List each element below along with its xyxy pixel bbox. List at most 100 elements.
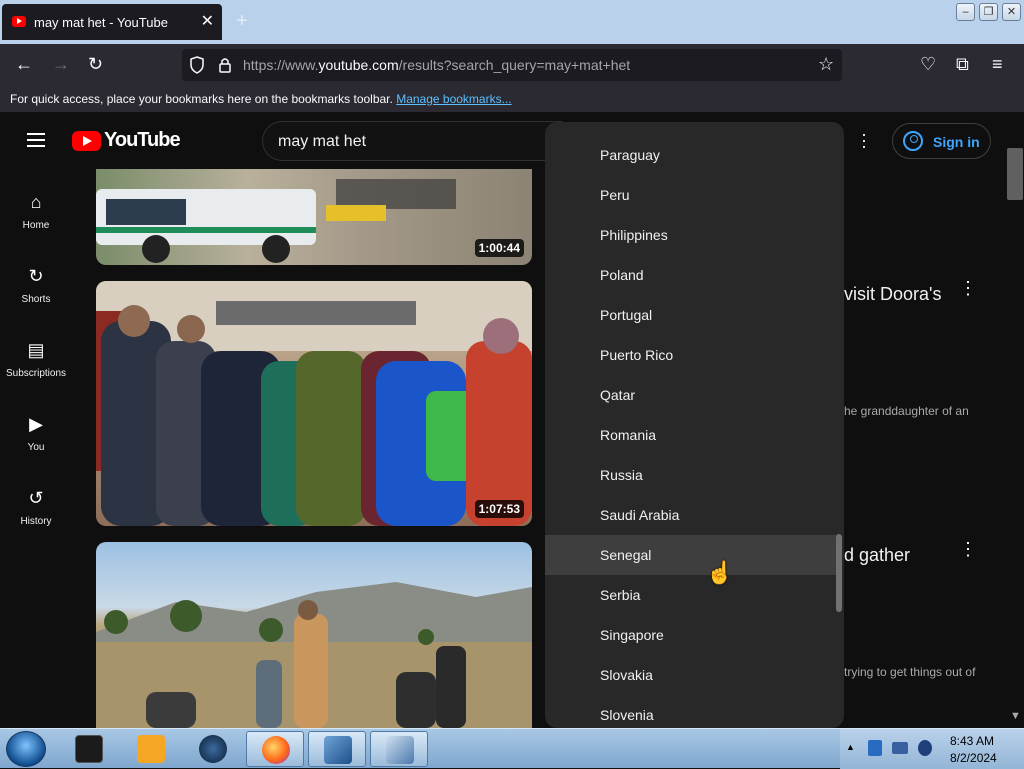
forward-arrow-icon[interactable]: →: [52, 54, 70, 75]
windows98-icon: [386, 736, 414, 764]
taskbar-app-virtualbox[interactable]: [308, 731, 366, 767]
account-icon: [903, 131, 923, 151]
close-window-button[interactable]: ✕: [1002, 3, 1021, 21]
location-option[interactable]: Portugal: [545, 295, 836, 335]
youtube-page: YouTube may mat het · · · Sign in ⌂ Home ↻…: [0, 112, 1024, 728]
bookmark-star-icon[interactable]: ☆: [818, 54, 834, 75]
manage-bookmarks-link[interactable]: Manage bookmarks...: [396, 92, 511, 106]
location-option-label: Slovakia: [600, 667, 653, 683]
location-option-label: Poland: [600, 267, 644, 283]
lock-icon[interactable]: [218, 57, 232, 73]
browser-tab[interactable]: may mat het - YouTube ✕: [2, 4, 222, 40]
location-option-label: Romania: [600, 427, 657, 443]
guide-item-subscriptions[interactable]: ▤ Subscriptions: [0, 336, 72, 406]
page-scrollbar[interactable]: ▼: [1006, 148, 1024, 728]
subscriptions-icon: ▤: [27, 340, 45, 360]
new-tab-button[interactable]: +: [236, 10, 248, 33]
show-hidden-icons-icon[interactable]: ▲: [846, 742, 855, 752]
location-option[interactable]: Slovenia: [545, 695, 836, 728]
maximize-button[interactable]: ❐: [979, 3, 998, 21]
location-dropdown-menu: Paraguay Peru Philippines Poland Portugal Pue…: [545, 122, 844, 728]
video-more-icon[interactable]: ⋮: [959, 539, 977, 560]
location-option-label: Senegal: [600, 547, 652, 563]
media-player-icon: [137, 735, 165, 763]
scroll-down-icon[interactable]: ▼: [1010, 710, 1021, 722]
minimize-button[interactable]: –: [956, 3, 975, 21]
guide-item-home[interactable]: ⌂ Home: [0, 188, 72, 258]
location-option-label: Qatar: [600, 387, 636, 403]
video-title[interactable]: visit Doora's: [844, 284, 941, 305]
location-option-label: Serbia: [600, 587, 641, 603]
firefox-icon: [262, 736, 290, 764]
guide-menu-icon[interactable]: [27, 133, 45, 147]
video-thumbnail[interactable]: 1:00:44: [96, 169, 532, 265]
mouse-cursor-icon: ☝: [706, 560, 734, 585]
settings-more-icon[interactable]: · · ·: [861, 125, 867, 155]
location-option[interactable]: Serbia: [545, 575, 836, 615]
video-title[interactable]: d gather: [844, 545, 910, 566]
video-thumbnail[interactable]: 1:07:53: [96, 281, 532, 526]
location-option[interactable]: Singapore: [545, 615, 836, 655]
location-option-label: Saudi Arabia: [600, 507, 680, 523]
location-option[interactable]: Poland: [545, 255, 836, 295]
guide-item-you[interactable]: ▶ You: [0, 410, 72, 480]
close-tab-icon[interactable]: ✕: [201, 11, 214, 31]
taskbar-app-firefox[interactable]: [246, 731, 304, 767]
pocket-icon[interactable]: ♡: [920, 54, 936, 75]
location-option-label: Russia: [600, 467, 643, 483]
globe-icon: [199, 735, 227, 763]
back-arrow-icon[interactable]: ←: [15, 54, 33, 75]
history-icon: ↺: [28, 488, 44, 508]
youtube-masthead: YouTube may mat het · · · Sign in: [0, 112, 1024, 168]
taskbar-app-terminal[interactable]: [60, 731, 118, 767]
windows-taskbar: ▲ 8:43 AM 8/2/2024: [0, 728, 1024, 769]
clock-time[interactable]: 8:43 AM: [950, 734, 994, 748]
start-button[interactable]: [6, 731, 46, 767]
location-option-label: Slovenia: [600, 707, 654, 723]
youtube-favicon-icon: [12, 16, 26, 27]
video-description: trying to get things out of: [844, 665, 976, 679]
location-option[interactable]: Senegal: [545, 535, 836, 575]
location-option[interactable]: Paraguay: [545, 135, 836, 175]
page-scrollbar-thumb[interactable]: [1007, 148, 1023, 200]
guide-item-shorts[interactable]: ↻ Shorts: [0, 262, 72, 332]
reload-icon[interactable]: ↻: [88, 54, 103, 75]
location-option[interactable]: Russia: [545, 455, 836, 495]
guide-item-history[interactable]: ↺ History: [0, 484, 72, 554]
location-option[interactable]: Saudi Arabia: [545, 495, 836, 535]
video-duration: 1:00:44: [474, 239, 524, 257]
volume-icon[interactable]: [918, 740, 932, 756]
network-icon[interactable]: [892, 742, 908, 754]
tray-app-icon[interactable]: [868, 740, 882, 756]
home-icon: ⌂: [30, 192, 42, 212]
video-thumbnail[interactable]: [96, 542, 532, 728]
search-input[interactable]: may mat het: [262, 121, 562, 161]
taskbar-app-media-player[interactable]: [122, 731, 180, 767]
taskbar-app-windows98[interactable]: [370, 731, 428, 767]
dropdown-scrollbar[interactable]: [836, 534, 842, 612]
location-option[interactable]: Peru: [545, 175, 836, 215]
video-description: he granddaughter of an: [844, 404, 969, 418]
bookmarks-toolbar: For quick access, place your bookmarks h…: [0, 86, 1024, 112]
video-duration: 1:07:53: [474, 500, 524, 518]
clock-date[interactable]: 8/2/2024: [950, 751, 997, 765]
location-option[interactable]: Slovakia: [545, 655, 836, 695]
sign-in-button[interactable]: Sign in: [892, 123, 991, 159]
thumbnail-image: [96, 582, 532, 728]
location-option-label: Peru: [600, 187, 630, 203]
location-option-label: Portugal: [600, 307, 653, 323]
location-option[interactable]: Philippines: [545, 215, 836, 255]
location-option[interactable]: Qatar: [545, 375, 836, 415]
taskbar-app-globe[interactable]: [184, 731, 242, 767]
browser-tab-strip: may mat het - YouTube ✕ + – ❐ ✕: [0, 0, 1024, 44]
location-option-label: Singapore: [600, 627, 664, 643]
shield-icon[interactable]: [189, 56, 205, 74]
tab-title: may mat het - YouTube: [34, 15, 168, 30]
menu-icon[interactable]: ≡: [992, 54, 1003, 75]
location-option-label: Puerto Rico: [600, 347, 674, 363]
location-option[interactable]: Puerto Rico: [545, 335, 836, 375]
address-bar[interactable]: https://www.youtube.com/results?search_q…: [182, 49, 842, 81]
extensions-icon[interactable]: ⧉: [956, 54, 969, 75]
location-option[interactable]: Romania: [545, 415, 836, 455]
video-more-icon[interactable]: ⋮: [959, 278, 977, 299]
